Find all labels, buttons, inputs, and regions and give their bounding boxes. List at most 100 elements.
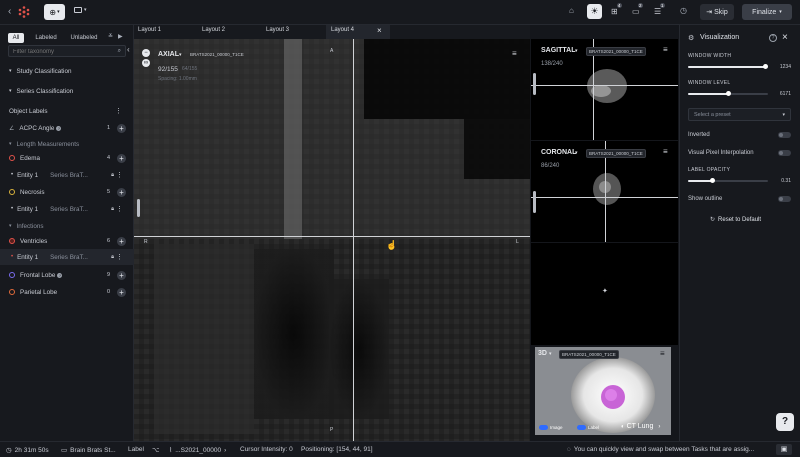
label-tab[interactable]: Label [128, 446, 144, 453]
necrosis-entity-row[interactable]: • Entity 1 Series BraT... 🔒︎ ⋮ [0, 201, 134, 217]
tab-layout-1[interactable]: Layout 1 [138, 27, 161, 33]
parietal-lobe-row[interactable]: Parietal Lobe 0 + [0, 284, 134, 300]
hamburger-icon[interactable]: ≡ [663, 147, 668, 156]
ventricles-entity-row[interactable]: • Entity 1 Series BraT... 🔒︎ ⋮ [0, 249, 134, 265]
coronal-viewport[interactable]: CORONAL ▾ BRATS2021_00000_T1CE 86/240 ≡ [531, 141, 678, 242]
3d-label[interactable]: 3D [538, 350, 547, 357]
history-icon[interactable]: ◷ [680, 7, 687, 15]
more-icon[interactable]: ⋮ [116, 253, 123, 261]
coronal-label[interactable]: CORONAL [541, 149, 576, 156]
crosshair-horizontal[interactable] [531, 197, 678, 198]
image-toggle[interactable]: Image [539, 425, 563, 430]
filter-tab-labeled[interactable]: Labeled [32, 33, 60, 43]
interp-toggle[interactable] [778, 150, 791, 156]
series-classification-row[interactable]: ▾ Series Classification [0, 83, 134, 99]
edema-entity-row[interactable]: • Entity 1 Series BraT... 🔒︎ ⋮ [0, 167, 134, 183]
chevron-down-icon[interactable]: ▾ [179, 52, 182, 58]
close-icon[interactable]: × [782, 32, 788, 43]
collapse-all-icon[interactable]: ≚ [108, 34, 113, 40]
add-edema-button[interactable]: + [117, 153, 126, 163]
ventricles-row[interactable]: Ventricles 6 + [0, 233, 134, 249]
close-view-icon[interactable]: − [142, 49, 150, 57]
crosshair-horizontal[interactable] [134, 236, 530, 237]
filter-tab-all[interactable]: All [8, 33, 24, 43]
help-chat-button[interactable]: ? [776, 413, 794, 431]
add-parietal-lobe-button[interactable]: + [117, 287, 126, 297]
study-classification-row[interactable]: ▾ Study Classification [0, 63, 134, 79]
preset-selector[interactable]: ◐ CT Lung › [621, 423, 660, 430]
sagittal-scrollbar[interactable] [533, 73, 536, 95]
chevron-down-icon[interactable]: ▾ [575, 48, 578, 54]
window-width-thumb[interactable] [763, 64, 769, 69]
tasks-button[interactable]: ☰ 1 [654, 3, 665, 16]
layout-selector-button[interactable]: ▾ [74, 7, 87, 13]
axial-label[interactable]: AXIAL [158, 51, 179, 58]
window-level-slider[interactable] [688, 91, 768, 96]
skip-button[interactable]: ⇥ Skip [700, 4, 734, 20]
lock-icon[interactable]: 🔒︎ [111, 206, 114, 213]
edema-row[interactable]: Edema 4 + [0, 150, 134, 166]
taxonomy-search[interactable]: ⌕ [8, 45, 126, 57]
add-ventricles-button[interactable]: + [117, 236, 126, 246]
add-necrosis-button[interactable]: + [117, 187, 126, 197]
preset-select[interactable]: Select a preset ▾ [688, 108, 791, 121]
label-opacity-thumb[interactable] [710, 178, 716, 183]
search-input[interactable] [13, 47, 109, 56]
necrosis-row[interactable]: Necrosis 5 + [0, 184, 134, 200]
chevron-down-icon[interactable]: ▾ [575, 150, 578, 156]
show-outline-toggle[interactable] [778, 196, 791, 202]
coronal-scrollbar[interactable] [533, 191, 536, 213]
hamburger-icon[interactable]: ≡ [663, 45, 668, 54]
more-icon[interactable]: ⋮ [115, 107, 122, 115]
tab-layout-2[interactable]: Layout 2 [202, 27, 225, 33]
filter-tab-unlabeled[interactable]: Unlabeled [68, 33, 100, 43]
inverted-toggle[interactable] [778, 132, 791, 138]
add-acpc-button[interactable]: + [117, 123, 126, 133]
frontal-lobe-row[interactable]: Frontal Lobe ? 9 + [0, 267, 134, 283]
file[interactable]: ⌇ ...S2021_00000 › [169, 446, 226, 455]
axial-scrollbar[interactable] [137, 199, 140, 217]
collapse-sidebar-icon[interactable]: ‹ [127, 46, 130, 54]
add-frontal-lobe-button[interactable]: + [117, 270, 126, 280]
grid-button[interactable]: ⊞ 4 [611, 3, 622, 16]
more-icon[interactable]: ⋮ [116, 171, 123, 179]
tab-layout-3[interactable]: Layout 3 [266, 27, 289, 33]
link-view-icon[interactable]: ∞ [142, 59, 150, 67]
hamburger-icon[interactable]: ≡ [660, 349, 665, 358]
toggle-switch[interactable] [577, 425, 586, 430]
window-width-slider[interactable] [688, 64, 769, 69]
chevron-down-icon[interactable]: ▾ [549, 351, 552, 357]
sagittal-label[interactable]: SAGITTAL [541, 47, 575, 54]
3d-viewport[interactable]: 3D ▾ BRATS2021_00000_T1CE ≡ Image Label … [535, 347, 671, 435]
play-icon[interactable]: ▶ [118, 34, 123, 40]
help-icon[interactable]: ? [769, 34, 777, 42]
workflow[interactable]: ⌥ [152, 446, 160, 454]
crosshair-vertical[interactable] [353, 39, 354, 442]
chat-button[interactable]: ▣ [776, 444, 792, 455]
toggle-switch[interactable] [539, 425, 548, 430]
reset-button[interactable]: ↻ Reset to Default [710, 216, 761, 224]
finalize-button[interactable]: Finalize ▾ [742, 4, 792, 20]
tab-layout-4[interactable]: Layout 4 [331, 27, 354, 33]
comments-button[interactable]: ▭ 2 [632, 3, 643, 16]
lock-icon[interactable]: 🔒︎ [111, 254, 114, 261]
close-tab-icon[interactable]: × [377, 27, 382, 35]
label-toggle[interactable]: Label [577, 425, 599, 430]
sagittal-viewport[interactable]: SAGITTAL ▾ BRATS2021_00000_T1CE 138/240 … [531, 39, 678, 140]
crosshair-horizontal[interactable] [531, 85, 678, 86]
back-icon[interactable]: ‹ [8, 7, 11, 17]
pin-icon[interactable]: ✦ [602, 287, 608, 295]
window-level-thumb[interactable] [725, 91, 731, 96]
more-icon[interactable]: ⋮ [116, 205, 123, 213]
empty-viewport[interactable]: ✦ [531, 243, 678, 345]
dataset[interactable]: ▭ Brain Brats St... [61, 446, 116, 455]
label-opacity-slider[interactable] [688, 178, 768, 183]
acpc-angle-row[interactable]: ∠ ACPC Angle ? 1 + [0, 120, 134, 136]
tag-icon[interactable]: ⌂ [569, 7, 574, 15]
infections-row[interactable]: ▾ Infections [0, 218, 134, 234]
brightness-button[interactable]: ☀ [587, 4, 602, 19]
lock-icon[interactable]: 🔒︎ [111, 172, 114, 179]
tool-selector-button[interactable]: ⊕ ▾ [44, 4, 65, 20]
axial-viewport[interactable]: − ∞ AXIAL ▾ BRATS2021_00000_T1CE 92/155 … [134, 39, 530, 442]
hamburger-icon[interactable]: ≡ [512, 49, 517, 58]
